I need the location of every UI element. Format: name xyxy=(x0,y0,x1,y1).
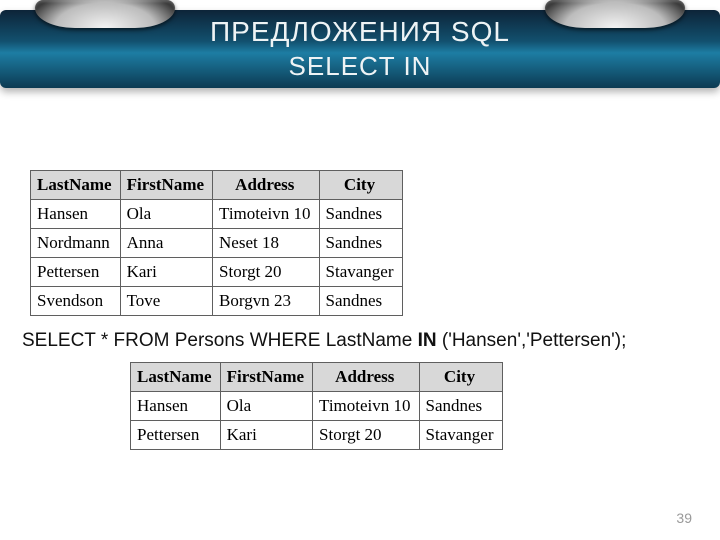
slide-content: LastName FirstName Address City Hansen O… xyxy=(0,170,720,450)
cell: Anna xyxy=(120,229,212,258)
cell: Svendson xyxy=(31,287,121,316)
cell: Sandnes xyxy=(319,200,402,229)
table-row: Hansen Ola Timoteivn 10 Sandnes xyxy=(131,392,503,421)
cell: Timoteivn 10 xyxy=(213,200,319,229)
cell: Tove xyxy=(120,287,212,316)
result-table: LastName FirstName Address City Hansen O… xyxy=(130,362,503,450)
result-table-wrap: LastName FirstName Address City Hansen O… xyxy=(130,362,720,450)
cell: Ola xyxy=(120,200,212,229)
cell: Kari xyxy=(220,421,312,450)
col-header: FirstName xyxy=(120,171,212,200)
cell: Timoteivn 10 xyxy=(313,392,419,421)
cell: Hansen xyxy=(131,392,221,421)
col-header: LastName xyxy=(31,171,121,200)
sql-prefix: SELECT * FROM Persons WHERE LastName xyxy=(22,330,418,351)
source-table-wrap: LastName FirstName Address City Hansen O… xyxy=(30,170,720,316)
cell: Pettersen xyxy=(131,421,221,450)
col-header: Address xyxy=(313,363,419,392)
cell: Borgvn 23 xyxy=(213,287,319,316)
sql-keyword-in: IN xyxy=(418,330,437,351)
cell: Pettersen xyxy=(31,258,121,287)
cell: Storgt 20 xyxy=(313,421,419,450)
table-header-row: LastName FirstName Address City xyxy=(31,171,403,200)
source-table: LastName FirstName Address City Hansen O… xyxy=(30,170,403,316)
col-header: City xyxy=(419,363,502,392)
page-number: 39 xyxy=(676,510,692,526)
title-line1: ПРЕДЛОЖЕНИЯ SQL xyxy=(0,14,720,50)
table-row: Hansen Ola Timoteivn 10 Sandnes xyxy=(31,200,403,229)
cell: Storgt 20 xyxy=(213,258,319,287)
cell: Nordmann xyxy=(31,229,121,258)
title-line2: SELECT IN xyxy=(0,50,720,82)
col-header: LastName xyxy=(131,363,221,392)
cell: Sandnes xyxy=(419,392,502,421)
cell: Kari xyxy=(120,258,212,287)
slide-header: ПРЕДЛОЖЕНИЯ SQL SELECT IN xyxy=(0,0,720,100)
col-header: Address xyxy=(213,171,319,200)
cell: Stavanger xyxy=(319,258,402,287)
col-header: City xyxy=(319,171,402,200)
cell: Sandnes xyxy=(319,229,402,258)
cell: Neset 18 xyxy=(213,229,319,258)
sql-query: SELECT * FROM Persons WHERE LastName IN … xyxy=(22,330,720,352)
col-header: FirstName xyxy=(220,363,312,392)
cell: Hansen xyxy=(31,200,121,229)
table-row: Nordmann Anna Neset 18 Sandnes xyxy=(31,229,403,258)
cell: Ola xyxy=(220,392,312,421)
cell: Stavanger xyxy=(419,421,502,450)
table-row: Pettersen Kari Storgt 20 Stavanger xyxy=(131,421,503,450)
slide-title: ПРЕДЛОЖЕНИЯ SQL SELECT IN xyxy=(0,14,720,82)
table-row: Pettersen Kari Storgt 20 Stavanger xyxy=(31,258,403,287)
table-header-row: LastName FirstName Address City xyxy=(131,363,503,392)
table-row: Svendson Tove Borgvn 23 Sandnes xyxy=(31,287,403,316)
cell: Sandnes xyxy=(319,287,402,316)
sql-suffix: ('Hansen','Pettersen'); xyxy=(437,330,627,351)
